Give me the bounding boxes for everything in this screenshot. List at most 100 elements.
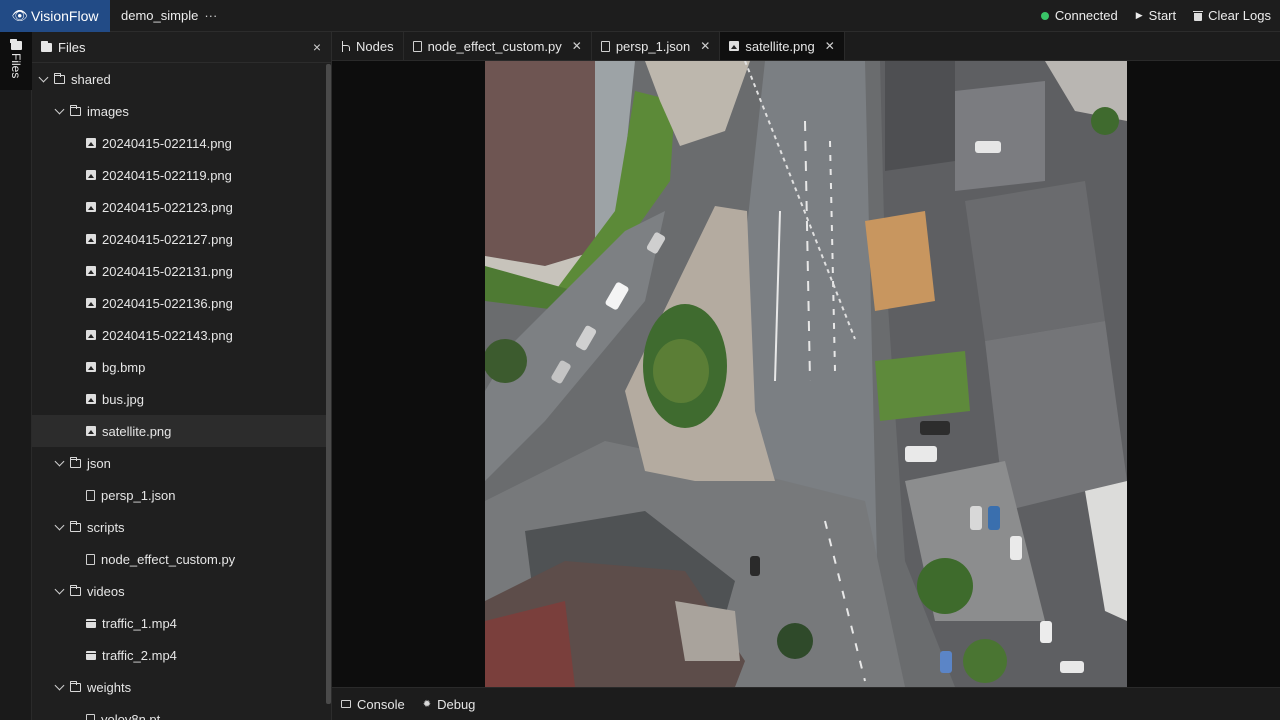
tree-item-label: 20240415-022131.png xyxy=(102,263,233,279)
folder-icon xyxy=(69,584,81,596)
file-tree: shared images 20240415-022114.png 20240415-… xyxy=(32,63,331,720)
file-icon xyxy=(86,553,95,565)
tree-item-label: persp_1.json xyxy=(101,487,176,503)
folder-icon xyxy=(69,104,81,116)
sidebar-scrollbar[interactable] xyxy=(326,64,331,704)
chevron-down-icon[interactable] xyxy=(38,72,48,82)
tree-folder[interactable]: scripts xyxy=(32,511,331,543)
clear-logs-label: Clear Logs xyxy=(1208,8,1271,23)
tree-folder[interactable]: images xyxy=(32,95,331,127)
folder-icon xyxy=(69,456,81,468)
tree-file[interactable]: persp_1.json xyxy=(32,479,331,511)
tree-folder[interactable]: videos xyxy=(32,575,331,607)
nodes-icon xyxy=(341,40,350,52)
tree-folder[interactable]: json xyxy=(32,447,331,479)
tree-item-label: yolov8n.pt xyxy=(101,711,161,720)
tab-satellite-png[interactable]: satellite.png ✕ xyxy=(720,32,845,60)
start-button[interactable]: ▶ Start xyxy=(1136,8,1176,23)
file-icon xyxy=(600,40,610,52)
tab-nodes[interactable]: Nodes xyxy=(332,32,404,60)
satellite-image xyxy=(485,61,1127,687)
video-file-icon xyxy=(86,618,96,628)
image-icon xyxy=(729,41,740,51)
tree-item-label: 20240415-022127.png xyxy=(102,231,233,247)
tree-folder[interactable]: weights xyxy=(32,671,331,703)
tree-item-label: bus.jpg xyxy=(102,391,144,407)
image-file-icon xyxy=(86,234,96,244)
start-button-label: Start xyxy=(1148,8,1177,23)
image-viewer xyxy=(332,61,1280,687)
bottom-panel-bar: Console ✹ Debug xyxy=(332,687,1280,720)
tree-file[interactable]: yolov8n.pt xyxy=(32,703,331,720)
activity-files-button[interactable]: Files xyxy=(0,32,32,90)
folder-icon xyxy=(40,40,52,52)
close-icon[interactable]: × xyxy=(313,39,321,55)
play-icon: ▶ xyxy=(1135,10,1143,20)
close-icon[interactable]: ✕ xyxy=(700,39,710,53)
tab-label: persp_1.json xyxy=(615,38,691,54)
tree-file[interactable]: node_effect_custom.py xyxy=(32,543,331,575)
tab-persp-1-json[interactable]: persp_1.json ✕ xyxy=(592,32,721,60)
tree-item-label: videos xyxy=(87,583,125,599)
tree-file[interactable]: traffic_2.mp4 xyxy=(32,639,331,671)
image-file-icon xyxy=(86,426,96,436)
close-icon[interactable]: ✕ xyxy=(572,39,582,53)
more-icon[interactable]: ··· xyxy=(204,8,217,23)
chevron-down-icon[interactable] xyxy=(54,456,64,466)
clear-logs-button[interactable]: Clear Logs xyxy=(1193,8,1271,23)
tree-file[interactable]: 20240415-022123.png xyxy=(32,191,331,223)
close-icon[interactable]: ✕ xyxy=(825,39,835,53)
brand-name: VisionFlow xyxy=(31,7,99,24)
activity-files-label: Files xyxy=(9,53,23,79)
file-explorer-header: Files × xyxy=(32,32,331,63)
image-file-icon xyxy=(86,298,96,308)
tree-file[interactable]: 20240415-022114.png xyxy=(32,127,331,159)
trash-icon xyxy=(1193,10,1204,21)
console-tab-label: Console xyxy=(357,696,405,712)
project-selector[interactable]: demo_simple ··· xyxy=(121,8,217,23)
debug-tab[interactable]: ✹ Debug xyxy=(423,697,476,712)
tree-item-label: 20240415-022123.png xyxy=(102,199,233,215)
tree-item-label: json xyxy=(87,455,111,471)
tree-file[interactable]: bg.bmp xyxy=(32,351,331,383)
file-explorer-title: Files xyxy=(58,39,86,55)
tree-file[interactable]: 20240415-022143.png xyxy=(32,319,331,351)
tree-item-label: bg.bmp xyxy=(102,359,146,375)
tab-label: node_effect_custom.py xyxy=(427,38,562,54)
chevron-down-icon[interactable] xyxy=(54,680,64,690)
video-file-icon xyxy=(86,650,96,660)
tree-file[interactable]: 20240415-022136.png xyxy=(32,287,331,319)
file-explorer: Files × shared images 20240415-022114.png 2… xyxy=(32,32,332,720)
tree-file[interactable]: bus.jpg xyxy=(32,383,331,415)
tree-item-label: 20240415-022114.png xyxy=(102,135,232,151)
tree-file[interactable]: 20240415-022119.png xyxy=(32,159,331,191)
tree-file[interactable]: 20240415-022127.png xyxy=(32,223,331,255)
tree-item-label: 20240415-022136.png xyxy=(102,295,233,311)
console-tab[interactable]: Console xyxy=(341,697,405,712)
connection-status: Connected xyxy=(1040,8,1118,23)
top-bar: 👁 VisionFlow demo_simple ··· Connected ▶… xyxy=(0,0,1280,32)
folder-icon xyxy=(53,72,65,84)
tab-node-effect-custom-py[interactable]: node_effect_custom.py ✕ xyxy=(404,32,592,60)
bug-icon: ✹ xyxy=(422,698,432,710)
tree-item-label: weights xyxy=(87,679,132,695)
brand-logo[interactable]: 👁 VisionFlow xyxy=(0,0,110,32)
tree-item-label: traffic_2.mp4 xyxy=(102,647,177,663)
chevron-down-icon[interactable] xyxy=(54,584,64,594)
tree-file[interactable]: traffic_1.mp4 xyxy=(32,607,331,639)
folder-icon xyxy=(69,520,81,532)
activity-bar: Files xyxy=(0,32,32,720)
tree-file[interactable]: 20240415-022131.png xyxy=(32,255,331,287)
tree-item-label: traffic_1.mp4 xyxy=(102,615,177,631)
tree-item-label: images xyxy=(87,103,129,119)
tree-file[interactable]: satellite.png xyxy=(32,415,331,447)
tree-item-label: satellite.png xyxy=(102,423,172,439)
tree-folder[interactable]: shared xyxy=(32,63,331,95)
chevron-down-icon[interactable] xyxy=(54,104,64,114)
debug-tab-label: Debug xyxy=(437,696,476,712)
image-file-icon xyxy=(86,202,96,212)
tab-label: Nodes xyxy=(356,38,394,54)
file-icon xyxy=(86,489,95,501)
chevron-down-icon[interactable] xyxy=(54,520,64,530)
tree-item-label: 20240415-022143.png xyxy=(102,327,233,343)
